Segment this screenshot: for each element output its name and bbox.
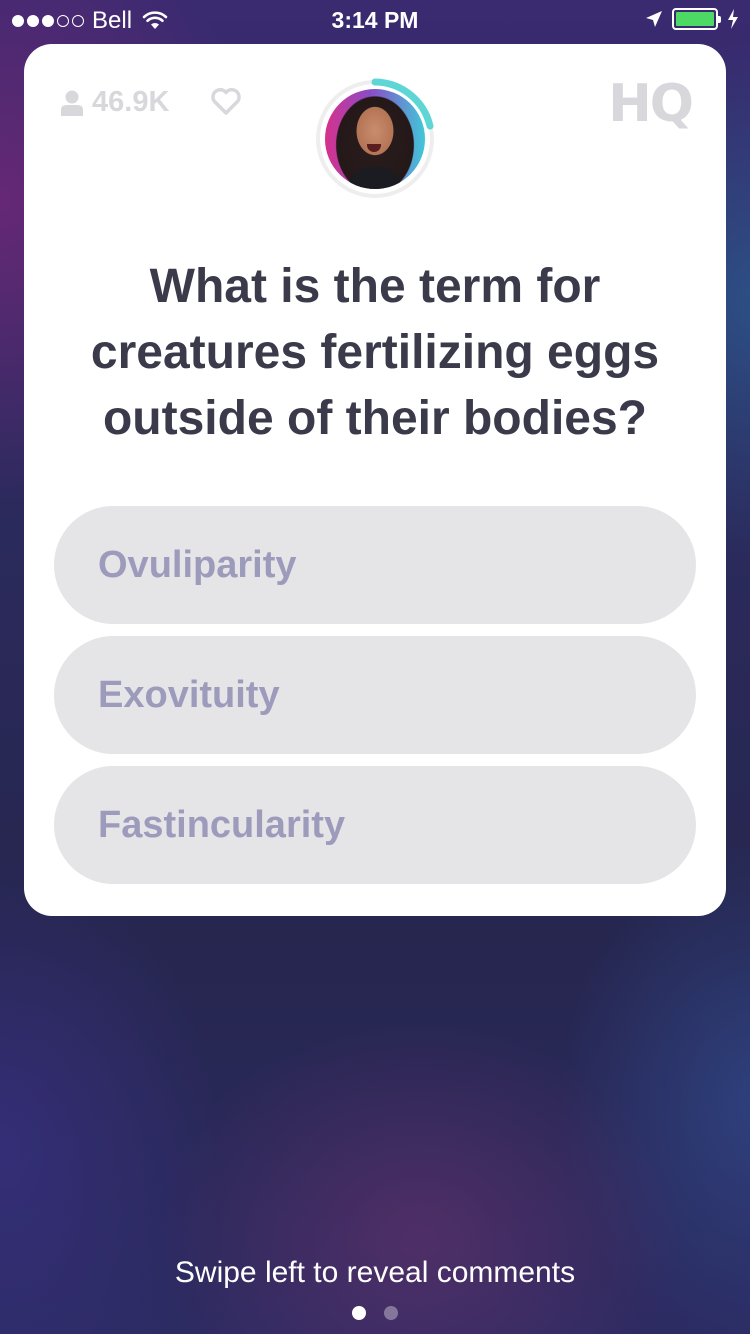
host-avatar [325, 89, 425, 189]
viewer-count: 46.9K [60, 86, 169, 119]
page-indicator[interactable] [0, 1306, 750, 1320]
viewer-count-label: 46.9K [92, 86, 170, 118]
question-text: What is the term for creatures fertilizi… [90, 260, 660, 445]
answer-option[interactable]: Ovuliparity [54, 506, 696, 624]
status-right [644, 8, 740, 30]
host-video [314, 78, 436, 200]
battery-icon [672, 8, 721, 30]
status-bar: Bell 3:14 PM [0, 0, 750, 40]
heart-icon[interactable] [210, 86, 242, 116]
answer-list: Ovuliparity Exovituity Fastincularity [54, 506, 696, 896]
location-arrow-icon [646, 11, 662, 27]
status-time: 3:14 PM [331, 7, 419, 33]
swipe-hint: Swipe left to reveal comments [174, 1256, 576, 1289]
page-dot[interactable] [384, 1306, 398, 1320]
hq-logo: HQ [608, 74, 694, 134]
charging-bolt-icon [728, 9, 738, 29]
person-icon [61, 90, 83, 116]
answer-option[interactable]: Exovituity [54, 636, 696, 754]
answer-option[interactable]: Fastincularity [54, 766, 696, 884]
page-dot-active[interactable] [352, 1306, 366, 1320]
question-card: 46.9K HQ What is the term for creatures … [24, 44, 726, 916]
